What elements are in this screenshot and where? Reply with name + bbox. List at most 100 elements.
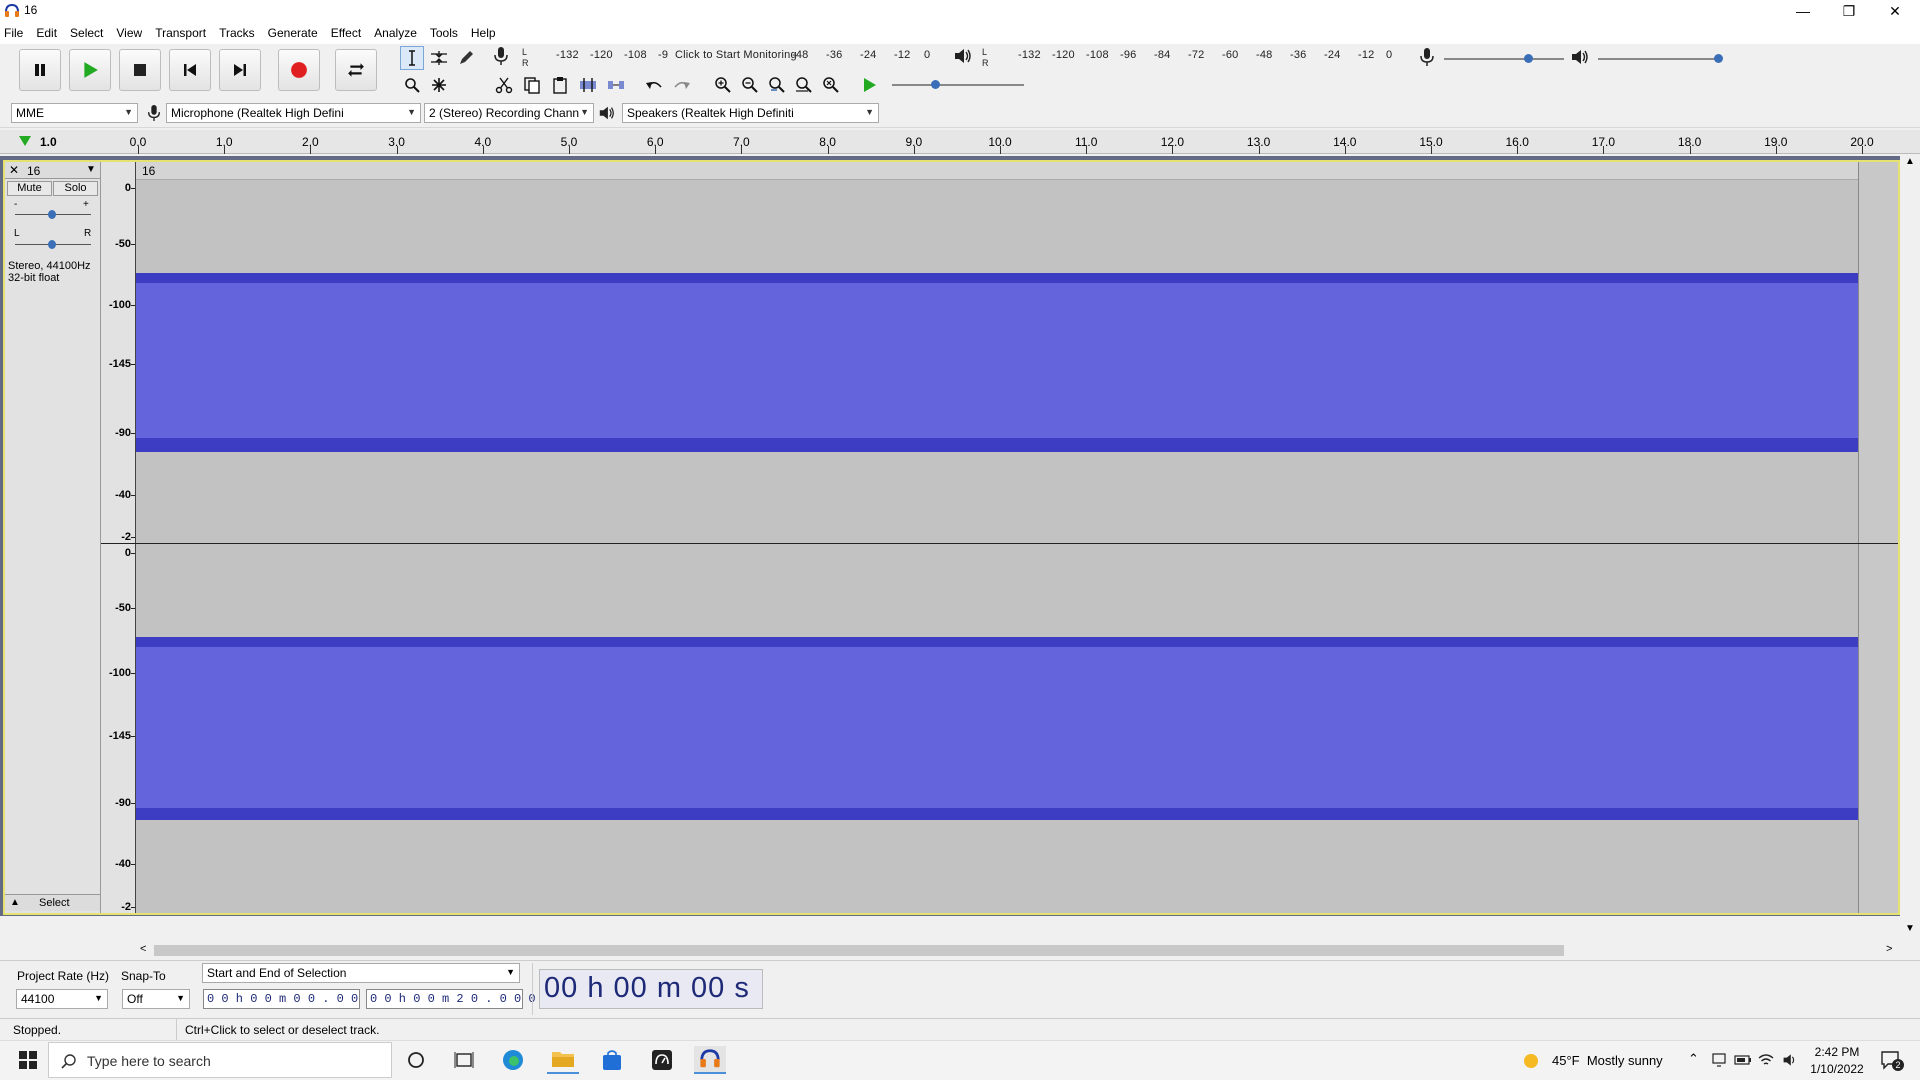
menu-tracks[interactable]: Tracks bbox=[219, 26, 255, 40]
track-select-bar[interactable]: ▲ Select bbox=[5, 894, 100, 911]
snap-to-select[interactable]: Off ▼ bbox=[122, 989, 190, 1009]
slider-thumb[interactable] bbox=[1714, 54, 1723, 63]
restore-button[interactable]: ❐ bbox=[1826, 0, 1872, 22]
pan-slider[interactable] bbox=[15, 240, 91, 249]
taskbar-file-explorer[interactable] bbox=[547, 1046, 579, 1074]
scroll-right-icon[interactable]: > bbox=[1886, 943, 1892, 955]
selection-tool-button[interactable] bbox=[400, 46, 424, 70]
fit-project-button[interactable] bbox=[792, 73, 816, 97]
menu-generate[interactable]: Generate bbox=[268, 26, 318, 40]
loop-button[interactable] bbox=[335, 49, 377, 91]
menu-file[interactable]: File bbox=[4, 26, 23, 40]
menu-edit[interactable]: Edit bbox=[36, 26, 57, 40]
slider-thumb[interactable] bbox=[48, 240, 56, 249]
menu-view[interactable]: View bbox=[116, 26, 142, 40]
taskbar-weather[interactable]: 45°F Mostly sunny bbox=[1552, 1053, 1663, 1068]
redo-button[interactable] bbox=[670, 73, 694, 97]
fit-selection-button[interactable] bbox=[765, 73, 789, 97]
taskbar-speed-app[interactable] bbox=[646, 1046, 678, 1074]
selection-mode-select[interactable]: Start and End of Selection ▼ bbox=[202, 963, 520, 983]
horizontal-scrollbar[interactable]: < > bbox=[136, 942, 1900, 959]
slider-thumb[interactable] bbox=[48, 210, 56, 219]
taskbar-date[interactable]: 1/10/2022 bbox=[1805, 1062, 1869, 1076]
notification-center-button[interactable]: 2 bbox=[1880, 1050, 1904, 1072]
taskbar-edge[interactable] bbox=[497, 1046, 529, 1074]
audio-position-display[interactable]: 00 h 00 m 00 s bbox=[539, 969, 763, 1009]
mute-button[interactable]: Mute bbox=[7, 181, 52, 196]
zoom-out-button[interactable] bbox=[738, 73, 762, 97]
menu-tools[interactable]: Tools bbox=[430, 26, 458, 40]
playback-meter[interactable]: -132 -120 -108 -96 -84 -72 -60 -48 -36 -… bbox=[994, 48, 1394, 64]
record-button[interactable] bbox=[278, 49, 320, 91]
menu-select[interactable]: Select bbox=[70, 26, 103, 40]
vertical-scale[interactable]: 0 -50 -100 -145 -90 -40 -2 0 -50 -100 -145 -90 -40 -2 bbox=[101, 162, 136, 913]
show-hidden-icons[interactable]: ⌃ bbox=[1688, 1051, 1699, 1067]
collapse-track-icon[interactable]: ▲ bbox=[10, 897, 20, 908]
scroll-left-icon[interactable]: < bbox=[140, 943, 146, 955]
audio-host-select[interactable]: MME ▼ bbox=[11, 103, 138, 123]
gain-slider[interactable] bbox=[15, 210, 91, 219]
wifi-icon[interactable] bbox=[1758, 1052, 1774, 1068]
draw-tool-button[interactable] bbox=[454, 46, 478, 70]
close-window-button[interactable]: ✕ bbox=[1872, 0, 1918, 22]
recording-volume-slider[interactable] bbox=[1444, 54, 1564, 63]
recording-device-select[interactable]: Microphone (Realtek High Defini ▼ bbox=[166, 103, 421, 123]
taskbar-time[interactable]: 2:42 PM bbox=[1812, 1045, 1862, 1059]
solo-button[interactable]: Solo bbox=[53, 181, 98, 196]
zoom-toggle-button[interactable] bbox=[819, 73, 843, 97]
zoom-tool-button[interactable] bbox=[400, 73, 424, 97]
menu-analyze[interactable]: Analyze bbox=[374, 26, 417, 40]
start-monitoring-label[interactable]: Click to Start Monitoring bbox=[675, 49, 797, 61]
waveform-right-channel[interactable] bbox=[136, 647, 1858, 811]
playback-volume-slider[interactable] bbox=[1598, 54, 1723, 63]
skip-to-start-button[interactable] bbox=[169, 49, 211, 91]
menu-transport[interactable]: Transport bbox=[155, 26, 206, 40]
recording-meter[interactable]: -132 -120 -108 -9 Click to Start Monitor… bbox=[532, 48, 940, 64]
waveform-left-channel[interactable] bbox=[136, 283, 1858, 441]
scroll-thumb[interactable] bbox=[154, 945, 1564, 956]
minimize-button[interactable]: — bbox=[1780, 0, 1826, 22]
device-tray-icon[interactable] bbox=[1711, 1053, 1727, 1067]
scroll-up-icon[interactable]: ▲ bbox=[1905, 156, 1915, 167]
play-speed-slider[interactable] bbox=[892, 80, 1024, 89]
cortana-button[interactable] bbox=[400, 1046, 432, 1074]
close-track-icon[interactable]: ✕ bbox=[9, 163, 19, 177]
multi-tool-button[interactable] bbox=[427, 73, 451, 97]
battery-icon[interactable] bbox=[1734, 1054, 1752, 1066]
zoom-in-button[interactable] bbox=[711, 73, 735, 97]
taskbar-search-box[interactable]: Type here to search bbox=[48, 1042, 392, 1078]
record-meter-button[interactable] bbox=[492, 46, 512, 68]
undo-button[interactable] bbox=[642, 73, 666, 97]
slider-thumb[interactable] bbox=[1524, 54, 1533, 63]
slider-thumb[interactable] bbox=[931, 80, 940, 89]
stop-button[interactable] bbox=[119, 49, 161, 91]
select-track-button[interactable]: Select bbox=[39, 897, 70, 909]
track-empty-area[interactable] bbox=[1858, 162, 1898, 913]
taskbar-audacity[interactable] bbox=[694, 1046, 726, 1074]
skip-to-end-button[interactable] bbox=[219, 49, 261, 91]
volume-icon[interactable] bbox=[1781, 1052, 1799, 1068]
timeline-ruler[interactable]: 1.0 0.0 1.0 2.0 3.0 4.0 5.0 6.0 7.0 8.0 9.0 10.0 11… bbox=[0, 130, 1920, 154]
selection-end-time[interactable]: 0 0 h 0 0 m 2 0 . 0 0 0 s bbox=[366, 989, 550, 1009]
recording-channels-select[interactable]: 2 (Stereo) Recording Chann ▼ bbox=[424, 103, 594, 123]
start-button[interactable] bbox=[8, 1046, 48, 1074]
menu-effect[interactable]: Effect bbox=[331, 26, 361, 40]
playback-device-select[interactable]: Speakers (Realtek High Definiti ▼ bbox=[622, 103, 879, 123]
vertical-scrollbar[interactable]: ▲ ▼ bbox=[1900, 156, 1920, 934]
trim-audio-button[interactable] bbox=[576, 73, 600, 97]
play-button[interactable] bbox=[69, 49, 111, 91]
clip-header[interactable]: 16 bbox=[136, 162, 1858, 180]
selection-start-time[interactable]: 0 0 h 0 0 m 0 0 . 0 0 0 s bbox=[203, 989, 387, 1009]
envelope-tool-button[interactable] bbox=[427, 46, 451, 70]
silence-audio-button[interactable] bbox=[604, 73, 628, 97]
play-at-speed-button[interactable] bbox=[857, 73, 881, 97]
taskbar-store[interactable] bbox=[596, 1046, 628, 1074]
playback-meter-button[interactable] bbox=[953, 46, 975, 68]
chevron-down-icon[interactable]: ▼ bbox=[86, 164, 96, 175]
project-rate-select[interactable]: 44100 ▼ bbox=[16, 989, 108, 1009]
copy-button[interactable] bbox=[520, 73, 544, 97]
pause-button[interactable] bbox=[19, 49, 61, 91]
cut-button[interactable] bbox=[492, 73, 516, 97]
scroll-down-icon[interactable]: ▼ bbox=[1905, 923, 1915, 934]
menu-help[interactable]: Help bbox=[471, 26, 496, 40]
